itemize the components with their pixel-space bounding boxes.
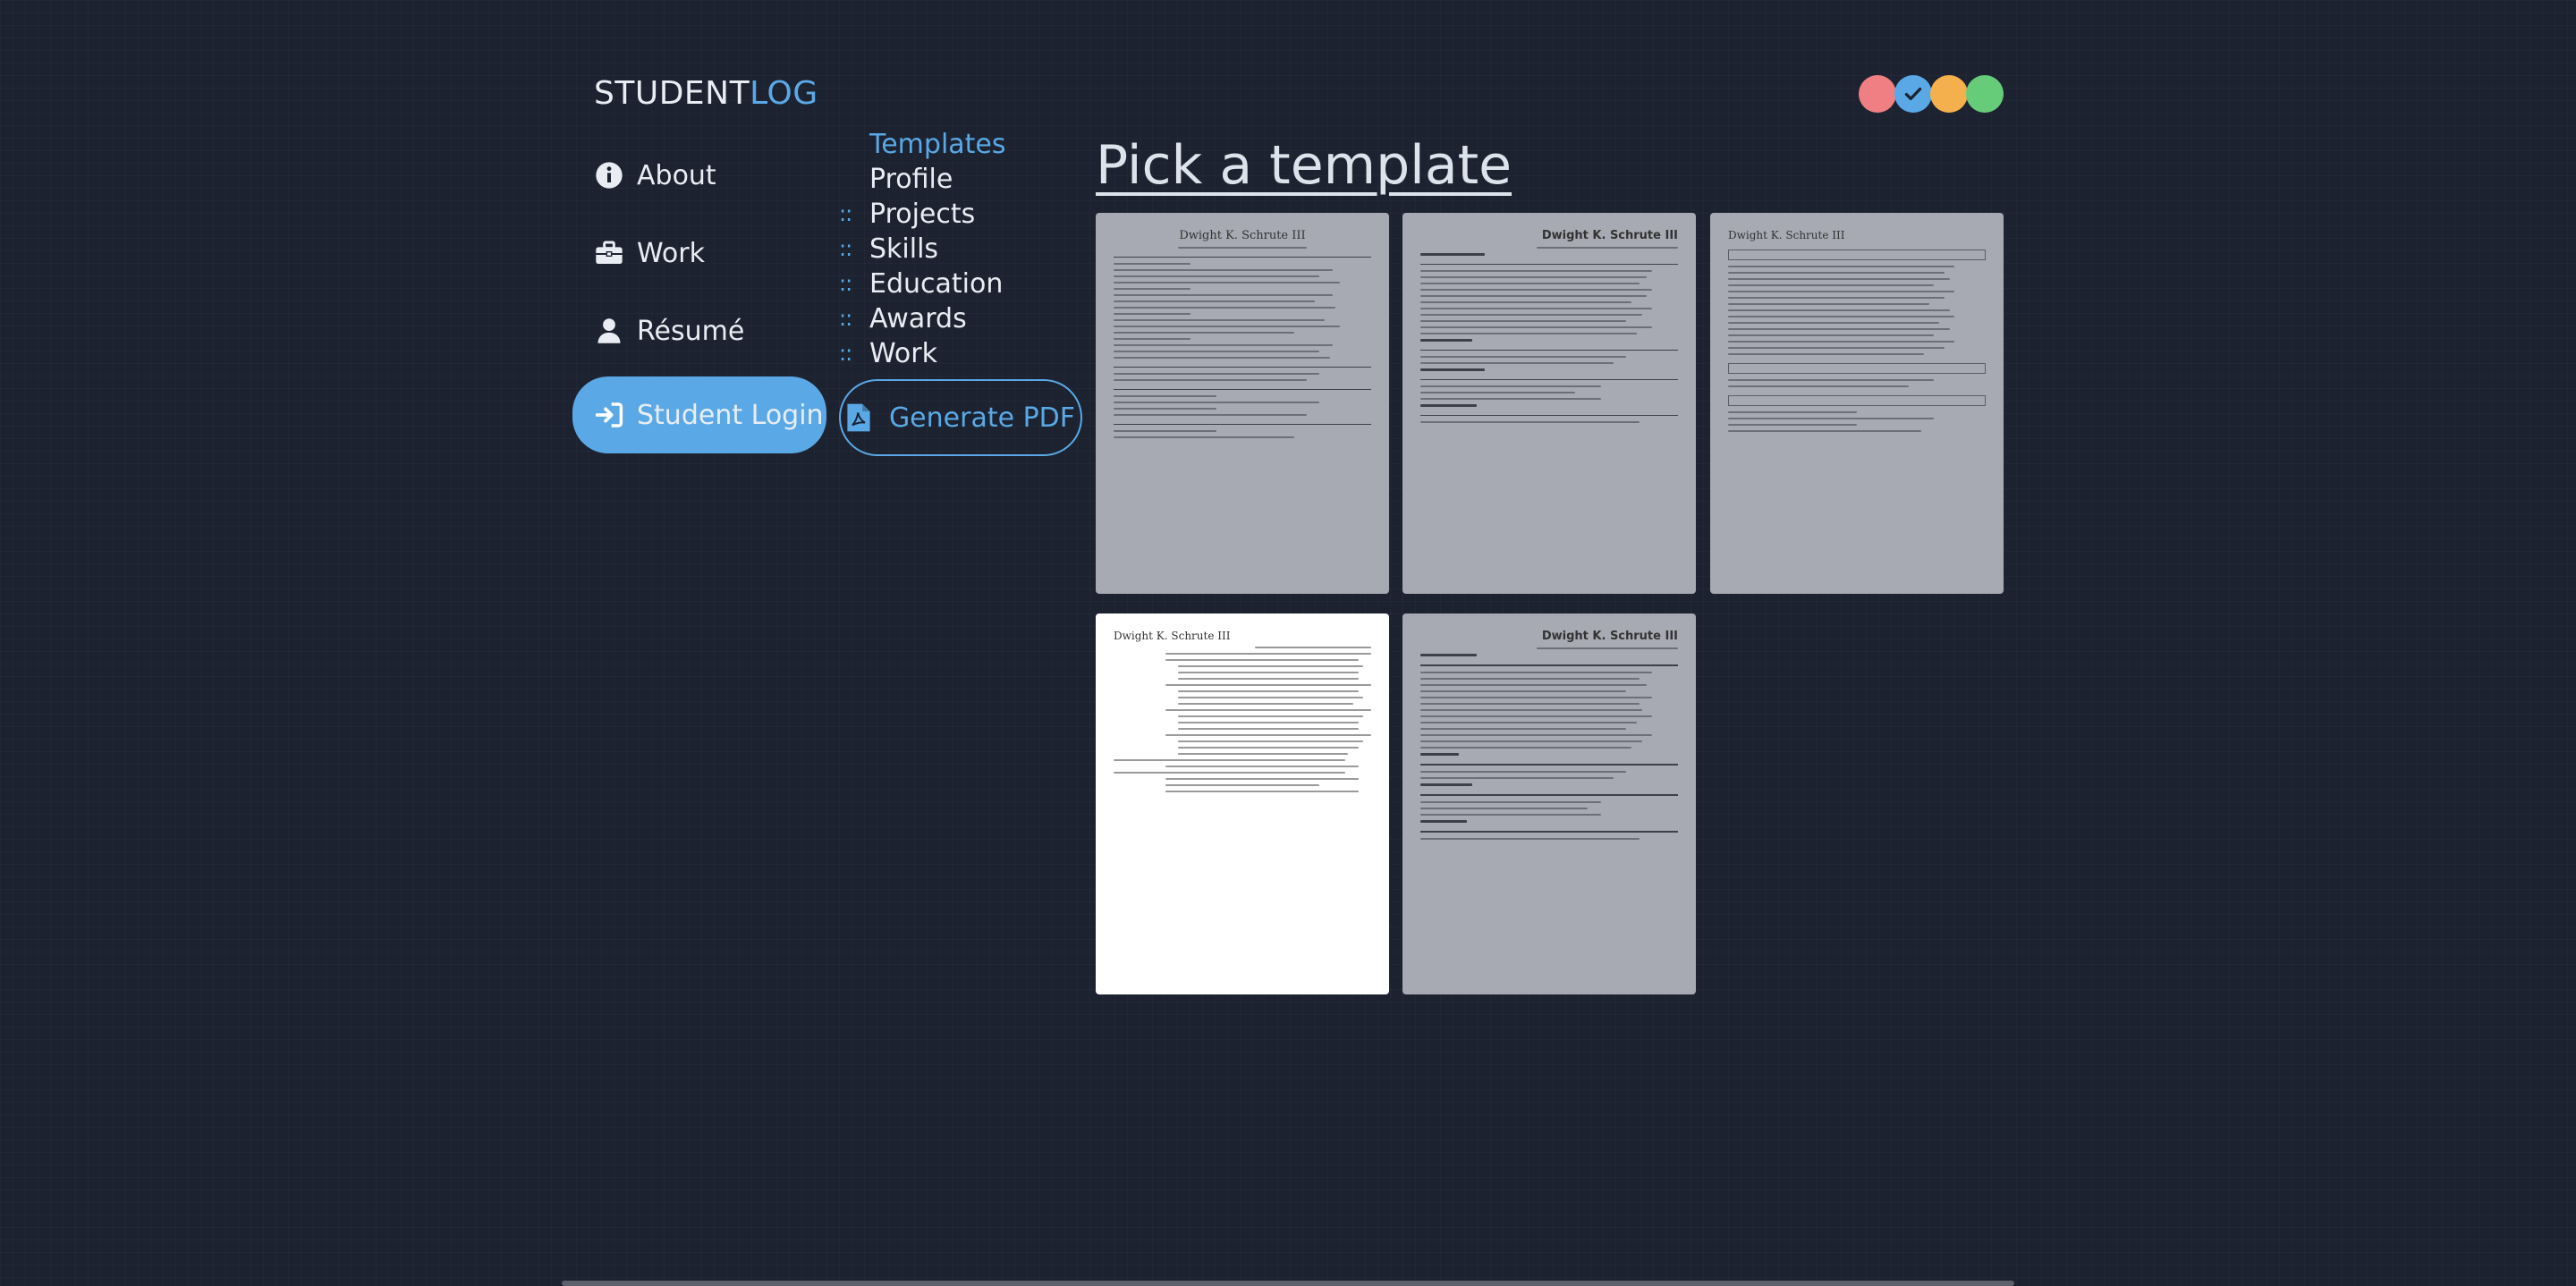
template-card-2[interactable]: Dwight K. Schrute III [1402, 213, 1696, 594]
brand-logo[interactable]: STUDENTLOG [594, 75, 818, 112]
user-icon [594, 316, 624, 346]
template-card-4[interactable]: Dwight K. Schrute III [1096, 613, 1389, 994]
nav-resume[interactable]: Résumé [572, 299, 826, 363]
brand-part2: LOG [750, 75, 818, 112]
briefcase-icon [594, 238, 624, 268]
nav-resume-label: Résumé [637, 315, 745, 347]
section-profile-label: Profile [869, 164, 953, 195]
horizontal-scrollbar[interactable] [562, 1281, 2014, 1286]
nav-about-label: About [637, 159, 716, 191]
template-card-3[interactable]: Dwight K. Schrute III [1710, 213, 2004, 594]
section-projects-label: Projects [869, 199, 976, 230]
section-awards[interactable]: :: Awards [839, 301, 1006, 336]
generate-pdf-label: Generate PDF [888, 402, 1076, 434]
section-education[interactable]: :: Education [839, 267, 1006, 301]
section-skills[interactable]: :: Skills [839, 232, 1006, 267]
student-login-button[interactable]: Student Login [572, 376, 826, 453]
nav-work-label: Work [637, 237, 705, 269]
section-projects[interactable]: :: Projects [839, 197, 1006, 232]
drag-handle-icon[interactable]: :: [839, 197, 852, 232]
section-templates-label: Templates [869, 129, 1006, 160]
section-skills-label: Skills [869, 233, 939, 265]
theme-dot-red[interactable] [1859, 75, 1896, 113]
check-icon [1904, 87, 1922, 101]
file-pdf-icon [846, 402, 873, 433]
generate-pdf-button[interactable]: Generate PDF [839, 379, 1082, 456]
theme-selector [1859, 75, 2004, 113]
theme-dot-orange[interactable] [1930, 75, 1968, 113]
template-card-1[interactable]: Dwight K. Schrute III [1096, 213, 1389, 594]
main-nav: About Work Résumé Student Login [572, 143, 826, 467]
drag-handle-icon[interactable]: :: [839, 267, 852, 301]
nav-about[interactable]: About [572, 143, 826, 207]
sign-in-icon [594, 400, 624, 430]
section-profile[interactable]: Profile [839, 162, 1006, 197]
template-name: Dwight K. Schrute III [1541, 229, 1678, 242]
section-templates[interactable]: Templates [839, 127, 1006, 162]
section-work[interactable]: :: Work [839, 336, 1006, 371]
section-education-label: Education [869, 268, 1004, 300]
section-work-label: Work [869, 338, 937, 369]
info-icon [594, 160, 624, 190]
template-name: Dwight K. Schrute III [1541, 630, 1678, 643]
drag-handle-icon[interactable]: :: [839, 301, 852, 336]
section-awards-label: Awards [869, 303, 967, 334]
template-name: Dwight K. Schrute III [1179, 229, 1306, 242]
template-card-5[interactable]: Dwight K. Schrute III [1402, 613, 1696, 994]
student-login-label: Student Login [637, 399, 824, 431]
template-name: Dwight K. Schrute III [1728, 229, 1845, 241]
template-name: Dwight K. Schrute III [1114, 630, 1231, 642]
theme-dot-green[interactable] [1966, 75, 2004, 113]
nav-work[interactable]: Work [572, 221, 826, 285]
theme-dot-blue[interactable] [1894, 75, 1932, 113]
page-title: Pick a template [1096, 134, 1513, 197]
brand-part1: STUDENT [594, 75, 750, 112]
drag-handle-icon[interactable]: :: [839, 336, 852, 371]
drag-handle-icon[interactable]: :: [839, 232, 852, 267]
section-list: Templates Profile :: Projects :: Skills … [839, 127, 1006, 371]
